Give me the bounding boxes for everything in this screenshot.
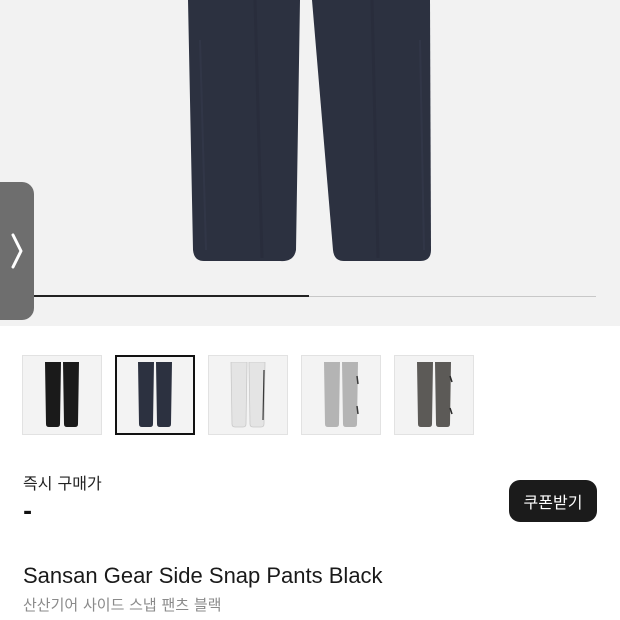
thumbnail-charcoal-pants-image — [417, 362, 453, 427]
gallery-progress-fill — [34, 295, 310, 297]
thumbnail-navy[interactable] — [115, 355, 195, 435]
chevron-right-icon — [11, 233, 23, 269]
thumbnail-navy-pants-image — [138, 362, 172, 427]
instant-buy-price-label: 즉시 구매가 — [23, 474, 102, 493]
get-coupon-button[interactable]: 쿠폰받기 — [509, 480, 597, 522]
color-thumbnail-list — [22, 355, 474, 435]
gallery-next-button[interactable] — [0, 182, 34, 320]
thumbnail-light-gray-pants-image — [324, 362, 359, 427]
thumbnail-black-pants-image — [45, 362, 79, 427]
product-detail-page: 즉시 구매가 - 쿠폰받기 Sansan Gear Side Snap Pant… — [0, 0, 620, 620]
product-image-gallery[interactable] — [0, 0, 620, 326]
instant-buy-price-value: - — [23, 500, 33, 525]
thumbnail-light-gray[interactable] — [301, 355, 381, 435]
product-subtitle: 산산기어 사이드 스냅 팬츠 블랙 — [23, 596, 222, 614]
thumbnail-white-pants-image — [230, 362, 266, 428]
thumbnail-charcoal[interactable] — [394, 355, 474, 435]
thumbnail-black[interactable] — [22, 355, 102, 435]
thumbnail-white[interactable] — [208, 355, 288, 435]
gallery-progress-bar — [34, 295, 596, 297]
product-hero-image — [0, 0, 620, 326]
product-title: Sansan Gear Side Snap Pants Black — [23, 563, 383, 588]
